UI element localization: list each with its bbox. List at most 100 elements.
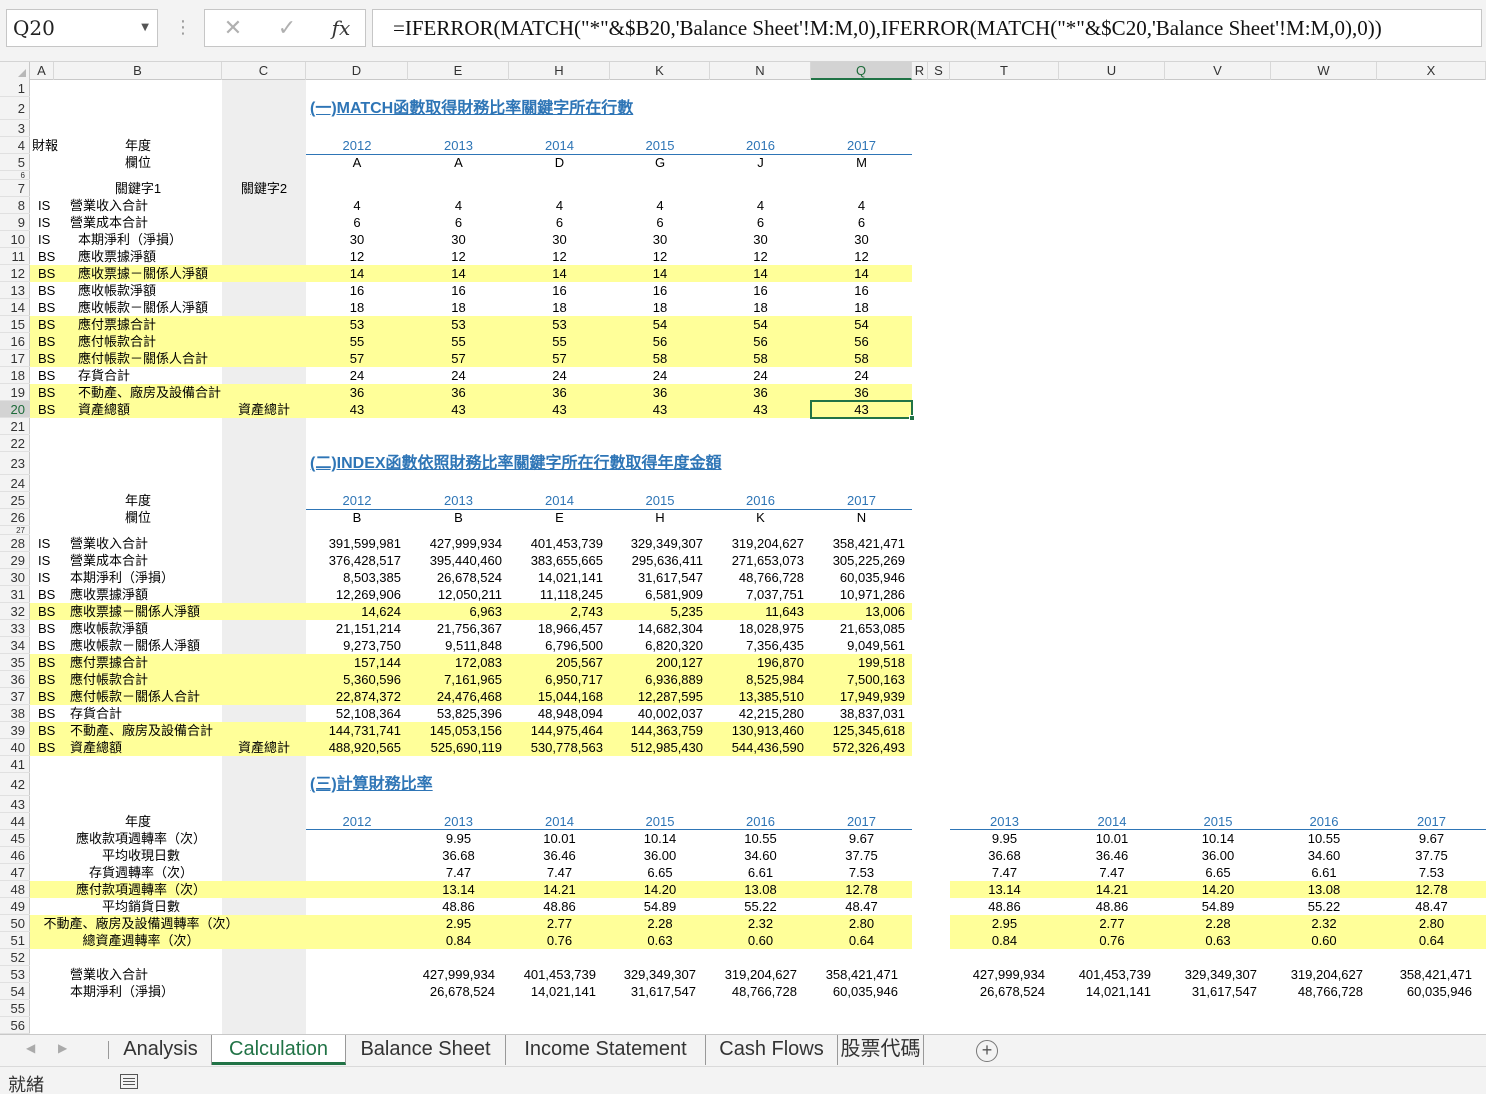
column-header-k[interactable]: K — [610, 62, 710, 80]
column-header-c[interactable]: C — [222, 62, 306, 80]
tab-balance-sheet[interactable]: Balance Sheet — [346, 1035, 506, 1065]
row-header[interactable]: 48 — [0, 881, 30, 898]
row-header[interactable]: 39 — [0, 722, 30, 739]
row-header[interactable]: 43 — [0, 796, 30, 813]
row-header[interactable]: 41 — [0, 756, 30, 773]
fill-handle[interactable] — [909, 415, 915, 421]
select-all-button[interactable] — [0, 62, 30, 80]
tab-scroll-right-icon[interactable]: ▶ — [58, 1041, 67, 1055]
row-header[interactable]: 19 — [0, 384, 30, 401]
row-header[interactable]: 33 — [0, 620, 30, 637]
row-header[interactable]: 27 — [0, 526, 30, 535]
row-header[interactable]: 11 — [0, 248, 30, 265]
cell-area[interactable]: (一)MATCH函數取得財務比率關鍵字所在行數 財報 年度 欄位 關鍵字1 關鍵字2 201… — [30, 80, 1486, 1034]
ratio-value: 37.75 — [845, 848, 878, 863]
ratio-value-copy: 48.86 — [988, 899, 1021, 914]
row-header[interactable]: 36 — [0, 671, 30, 688]
column-header-t[interactable]: T — [950, 62, 1059, 80]
column-header-s[interactable]: S — [928, 62, 950, 80]
row-header[interactable]: 52 — [0, 949, 30, 966]
row-header[interactable]: 30 — [0, 569, 30, 586]
tab-scroll-left-icon[interactable]: ◀ — [26, 1041, 35, 1055]
row-header[interactable]: 20 — [0, 401, 30, 418]
row-header[interactable]: 46 — [0, 847, 30, 864]
column-header-x[interactable]: X — [1377, 62, 1486, 80]
row-header[interactable]: 54 — [0, 983, 30, 1000]
column-header-a[interactable]: A — [30, 62, 54, 80]
match-row-number: 6 — [454, 215, 463, 230]
column-header-q[interactable]: Q — [811, 62, 912, 80]
enter-check-icon[interactable]: ✓ — [267, 10, 307, 46]
column-header-h[interactable]: H — [509, 62, 610, 80]
row-header[interactable]: 10 — [0, 231, 30, 248]
column-header-r[interactable]: R — [912, 62, 928, 80]
insert-function-icon[interactable]: fx — [321, 10, 361, 46]
row-header[interactable]: 25 — [0, 492, 30, 509]
row-header[interactable]: 17 — [0, 350, 30, 367]
row-header[interactable]: 32 — [0, 603, 30, 620]
row-header[interactable]: 15 — [0, 316, 30, 333]
column-header-n[interactable]: N — [710, 62, 811, 80]
name-box[interactable]: Q20 ▼ — [6, 9, 158, 47]
row-header[interactable]: 55 — [0, 1000, 30, 1017]
row-header[interactable]: 23 — [0, 452, 30, 475]
row-header[interactable]: 37 — [0, 688, 30, 705]
add-sheet-icon[interactable]: + — [976, 1040, 998, 1062]
row-header[interactable]: 16 — [0, 333, 30, 350]
row-header[interactable]: 28 — [0, 535, 30, 552]
column-header-v[interactable]: V — [1165, 62, 1271, 80]
row-header[interactable]: 53 — [0, 966, 30, 983]
formula-input[interactable]: =IFERROR(MATCH("*"&$B20,'Balance Sheet'!… — [372, 9, 1482, 47]
row-header[interactable]: 47 — [0, 864, 30, 881]
page-layout-icon[interactable] — [120, 1074, 138, 1089]
status-bar: 就緒 — [0, 1066, 1486, 1094]
row-header[interactable]: 56 — [0, 1017, 30, 1034]
ratio-value: 0.60 — [747, 933, 774, 948]
row-header[interactable]: 5 — [0, 154, 30, 171]
row-header[interactable]: 1 — [0, 80, 30, 97]
selected-cell-border[interactable] — [810, 400, 913, 419]
row-header[interactable]: 35 — [0, 654, 30, 671]
row-header[interactable]: 22 — [0, 435, 30, 452]
row-header[interactable]: 50 — [0, 915, 30, 932]
item-name: 營業收入合計 — [70, 967, 149, 982]
row-header[interactable]: 26 — [0, 509, 30, 526]
tab-股票代碼[interactable]: 股票代碼 — [838, 1035, 924, 1065]
row-header[interactable]: 6 — [0, 171, 30, 180]
row-header[interactable]: 24 — [0, 475, 30, 492]
row-header[interactable]: 8 — [0, 197, 30, 214]
row-header[interactable]: 51 — [0, 932, 30, 949]
column-header-w[interactable]: W — [1271, 62, 1377, 80]
row-header[interactable]: 31 — [0, 586, 30, 603]
row-header[interactable]: 42 — [0, 773, 30, 796]
tab-cash-flows[interactable]: Cash Flows — [706, 1035, 838, 1065]
row-header[interactable]: 9 — [0, 214, 30, 231]
row-header[interactable]: 18 — [0, 367, 30, 384]
tab-calculation[interactable]: Calculation — [212, 1035, 346, 1065]
tab-analysis[interactable]: Analysis — [110, 1035, 212, 1065]
row-header[interactable]: 7 — [0, 180, 30, 197]
amount-value: 144,363,759 — [630, 723, 703, 738]
amount-value: 6,936,889 — [645, 672, 703, 687]
row-header[interactable]: 12 — [0, 265, 30, 282]
column-header-u[interactable]: U — [1059, 62, 1165, 80]
row-header[interactable]: 45 — [0, 830, 30, 847]
chevron-down-icon[interactable]: ▼ — [141, 10, 149, 46]
row-header[interactable]: 34 — [0, 637, 30, 654]
row-header[interactable]: 4 — [0, 137, 30, 154]
row-header[interactable]: 3 — [0, 120, 30, 137]
tab-income-statement[interactable]: Income Statement — [506, 1035, 706, 1065]
column-header-d[interactable]: D — [306, 62, 408, 80]
column-header-e[interactable]: E — [408, 62, 509, 80]
column-header-b[interactable]: B — [54, 62, 222, 80]
row-header[interactable]: 13 — [0, 282, 30, 299]
row-header[interactable]: 38 — [0, 705, 30, 722]
row-header[interactable]: 40 — [0, 739, 30, 756]
row-header[interactable]: 49 — [0, 898, 30, 915]
cancel-icon[interactable]: ✕ — [213, 10, 253, 46]
row-header[interactable]: 2 — [0, 97, 30, 120]
row-header[interactable]: 14 — [0, 299, 30, 316]
row-header[interactable]: 44 — [0, 813, 30, 830]
row-header[interactable]: 29 — [0, 552, 30, 569]
row-header[interactable]: 21 — [0, 418, 30, 435]
